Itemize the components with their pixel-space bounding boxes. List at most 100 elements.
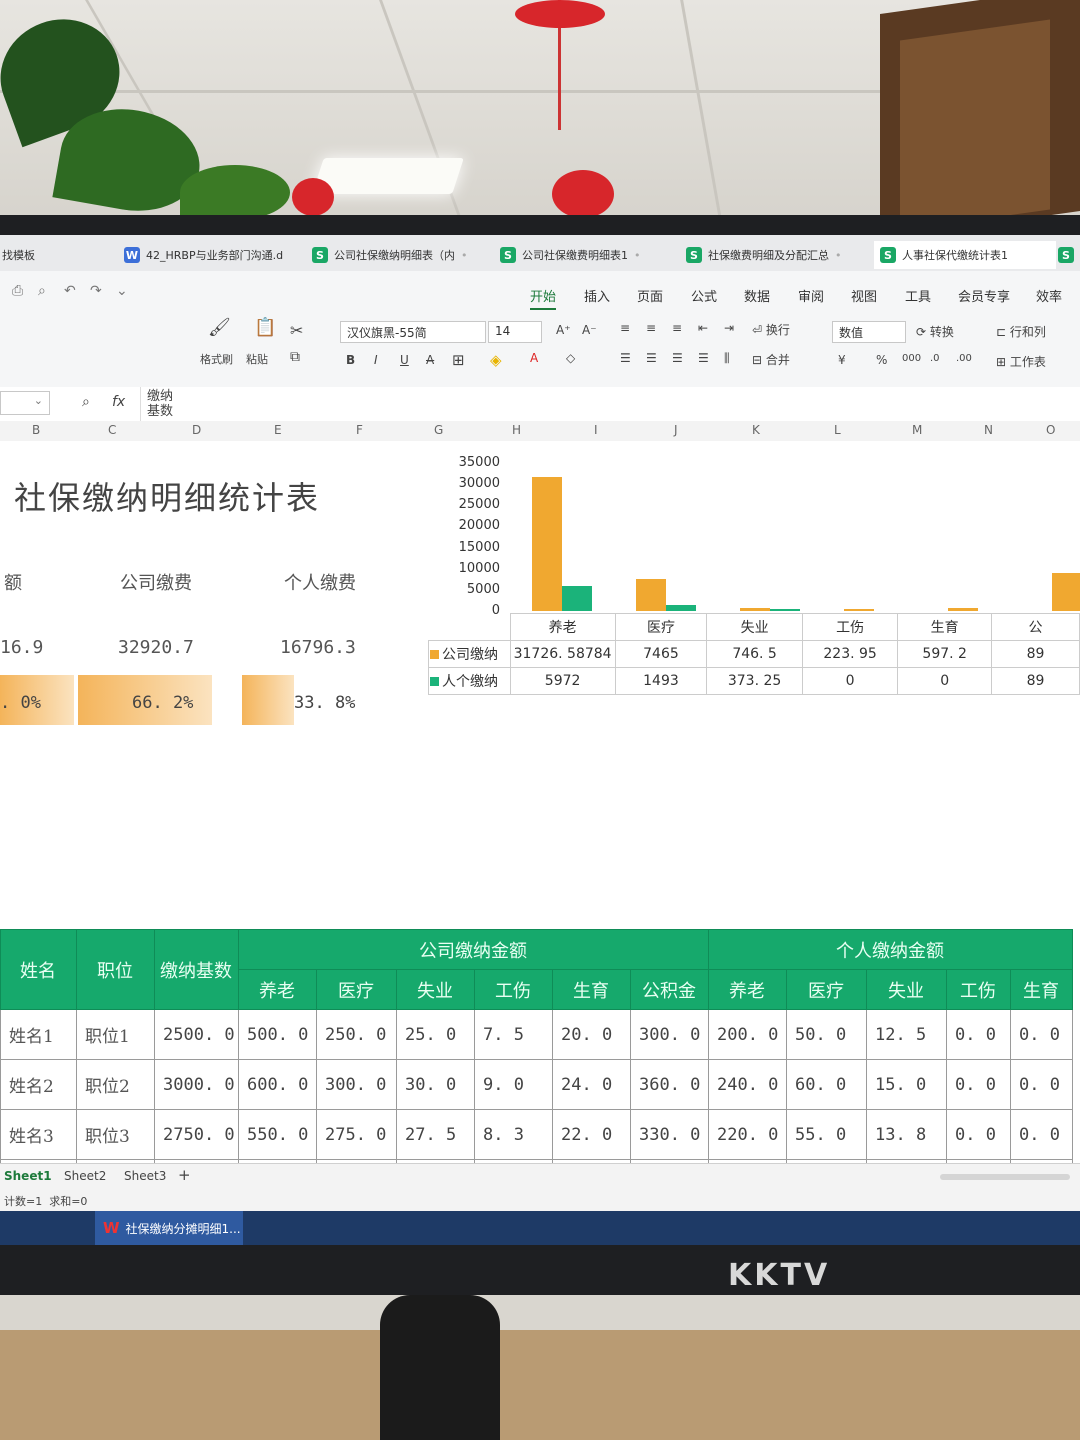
menu-data[interactable]: 数据 bbox=[744, 286, 770, 305]
sheet-tab-2[interactable]: Sheet2 bbox=[64, 1169, 106, 1183]
column-header-cell[interactable]: F bbox=[356, 423, 363, 437]
tab-document-2[interactable]: S 公司社保缴纳明细表（内 • bbox=[312, 241, 480, 269]
format-painter-label[interactable]: 格式刷 bbox=[200, 351, 233, 367]
convert-button[interactable]: ⟳ 转换 bbox=[916, 323, 954, 340]
table-cell[interactable]: 职位3 bbox=[76, 1109, 155, 1160]
table-cell[interactable]: 300. 0 bbox=[630, 1009, 709, 1060]
table-cell[interactable]: 60. 0 bbox=[786, 1059, 867, 1110]
italic-icon[interactable]: I bbox=[374, 353, 378, 367]
chart-bar[interactable] bbox=[666, 604, 696, 611]
menu-formula[interactable]: 公式 bbox=[691, 286, 717, 305]
horizontal-scrollbar[interactable] bbox=[940, 1174, 1070, 1180]
column-header-cell[interactable]: D bbox=[192, 423, 201, 437]
copy-icon[interactable]: ⧉ bbox=[290, 349, 300, 365]
clear-format-icon[interactable]: ◇ bbox=[566, 351, 575, 365]
column-header[interactable]: 生育 bbox=[1010, 969, 1073, 1010]
cut-icon[interactable]: ✂ bbox=[290, 321, 303, 340]
table-cell[interactable]: 0. 0 bbox=[1010, 1109, 1073, 1160]
currency-icon[interactable]: ¥ bbox=[838, 353, 846, 367]
align-center-icon[interactable]: ☰ bbox=[646, 351, 657, 365]
column-header[interactable]: 失业 bbox=[866, 969, 947, 1010]
table-cell[interactable]: 职位2 bbox=[76, 1059, 155, 1110]
chart-bar[interactable] bbox=[562, 585, 592, 611]
column-header[interactable]: 养老 bbox=[708, 969, 787, 1010]
table-cell[interactable]: 200. 0 bbox=[708, 1009, 787, 1060]
table-cell[interactable]: 600. 0 bbox=[238, 1059, 317, 1110]
column-header[interactable]: 生育 bbox=[552, 969, 631, 1010]
menu-page[interactable]: 页面 bbox=[637, 286, 663, 305]
menu-tools[interactable]: 工具 bbox=[905, 286, 931, 305]
merge-button[interactable]: ⊟ 合并 bbox=[752, 351, 790, 368]
menu-insert[interactable]: 插入 bbox=[584, 286, 610, 305]
table-cell[interactable]: 15. 0 bbox=[866, 1059, 947, 1110]
bold-icon[interactable]: B bbox=[346, 353, 355, 367]
print-icon[interactable]: ⎙ bbox=[12, 283, 23, 299]
table-cell[interactable]: 240. 0 bbox=[708, 1059, 787, 1110]
tab-document-4[interactable]: S 社保缴费明细及分配汇总 • bbox=[686, 241, 854, 269]
table-cell[interactable]: 220. 0 bbox=[708, 1109, 787, 1160]
font-grow-icon[interactable]: A⁺ bbox=[556, 323, 571, 337]
font-color-icon[interactable]: A bbox=[530, 351, 538, 365]
chart-bar[interactable] bbox=[1052, 573, 1080, 611]
column-header[interactable]: 姓名 bbox=[0, 929, 77, 1010]
font-name-select[interactable]: 汉仪旗黑-55简 bbox=[340, 321, 486, 343]
column-header-cell[interactable]: J bbox=[674, 423, 678, 437]
underline-icon[interactable]: U bbox=[400, 353, 409, 367]
table-cell[interactable]: 300. 0 bbox=[316, 1059, 397, 1110]
column-header[interactable]: 养老 bbox=[238, 969, 317, 1010]
table-cell[interactable]: 0. 0 bbox=[946, 1009, 1011, 1060]
table-cell[interactable]: 22. 0 bbox=[552, 1109, 631, 1160]
worksheet-grid[interactable]: 社保缴纳明细统计表 额 公司缴费 个人缴费 16.9 32920.7 16796… bbox=[0, 441, 1080, 1245]
table-cell[interactable]: 7. 5 bbox=[474, 1009, 553, 1060]
font-size-select[interactable]: 14 bbox=[488, 321, 542, 343]
align-middle-icon[interactable]: ≡ bbox=[646, 321, 656, 335]
table-cell[interactable]: 20. 0 bbox=[552, 1009, 631, 1060]
table-cell[interactable]: 姓名1 bbox=[0, 1009, 77, 1060]
strikethrough-icon[interactable]: A bbox=[426, 353, 434, 367]
table-cell[interactable]: 275. 0 bbox=[316, 1109, 397, 1160]
table-cell[interactable]: 2750. 0 bbox=[154, 1109, 239, 1160]
chart-bar[interactable] bbox=[740, 607, 770, 611]
tab-document-1[interactable]: W 42_HRBP与业务部门沟通.d bbox=[124, 241, 302, 269]
justify-icon[interactable]: ☰ bbox=[698, 351, 709, 365]
tab-templates[interactable]: 找模板 bbox=[2, 241, 112, 269]
group-header-company[interactable]: 公司缴纳金额 bbox=[238, 929, 709, 970]
tab-document-5[interactable]: S 人事社保代缴统计表1 bbox=[874, 241, 1056, 269]
name-box[interactable]: ⌄ bbox=[0, 391, 50, 415]
indent-increase-icon[interactable]: ⇥ bbox=[724, 321, 734, 335]
column-header[interactable]: 公积金 bbox=[630, 969, 709, 1010]
menu-review[interactable]: 审阅 bbox=[798, 286, 824, 305]
column-header-cell[interactable]: I bbox=[594, 423, 598, 437]
column-header[interactable]: 医疗 bbox=[316, 969, 397, 1010]
column-header[interactable]: 工伤 bbox=[946, 969, 1011, 1010]
format-painter-icon[interactable]: 🖌 bbox=[208, 317, 231, 338]
table-cell[interactable]: 3000. 0 bbox=[154, 1059, 239, 1110]
column-header[interactable]: 缴纳基数 bbox=[154, 929, 239, 1010]
percent-icon[interactable]: % bbox=[876, 353, 887, 367]
table-cell[interactable]: 0. 0 bbox=[946, 1059, 1011, 1110]
decimal-decrease-icon[interactable]: .00 bbox=[956, 353, 972, 364]
column-header[interactable]: 失业 bbox=[396, 969, 475, 1010]
table-cell[interactable]: 50. 0 bbox=[786, 1009, 867, 1060]
decimal-increase-icon[interactable]: .0 bbox=[930, 353, 940, 364]
column-header-cell[interactable]: E bbox=[274, 423, 282, 437]
tab-document-3[interactable]: S 公司社保缴费明细表1 • bbox=[500, 241, 666, 269]
summary-value-company[interactable]: 32920.7 bbox=[118, 637, 194, 658]
close-icon[interactable]: • bbox=[461, 249, 468, 262]
chart-bar[interactable] bbox=[948, 608, 978, 611]
table-cell[interactable]: 27. 5 bbox=[396, 1109, 475, 1160]
table-cell[interactable]: 2500. 0 bbox=[154, 1009, 239, 1060]
border-icon[interactable]: ⊞ bbox=[452, 351, 465, 369]
wrap-text-button[interactable]: ⏎ 换行 bbox=[752, 321, 790, 338]
redo-icon[interactable]: ↷ bbox=[90, 283, 102, 299]
column-header[interactable]: 职位 bbox=[76, 929, 155, 1010]
sheet-tab-3[interactable]: Sheet3 bbox=[124, 1169, 166, 1183]
table-cell[interactable]: 30. 0 bbox=[396, 1059, 475, 1110]
chart-bar[interactable] bbox=[844, 609, 874, 611]
table-cell[interactable]: 330. 0 bbox=[630, 1109, 709, 1160]
table-cell[interactable]: 职位1 bbox=[76, 1009, 155, 1060]
column-header-cell[interactable]: O bbox=[1046, 423, 1055, 437]
summary-value-total[interactable]: 16.9 bbox=[0, 637, 43, 658]
align-bottom-icon[interactable]: ≡ bbox=[672, 321, 682, 335]
menu-view[interactable]: 视图 bbox=[851, 286, 877, 305]
